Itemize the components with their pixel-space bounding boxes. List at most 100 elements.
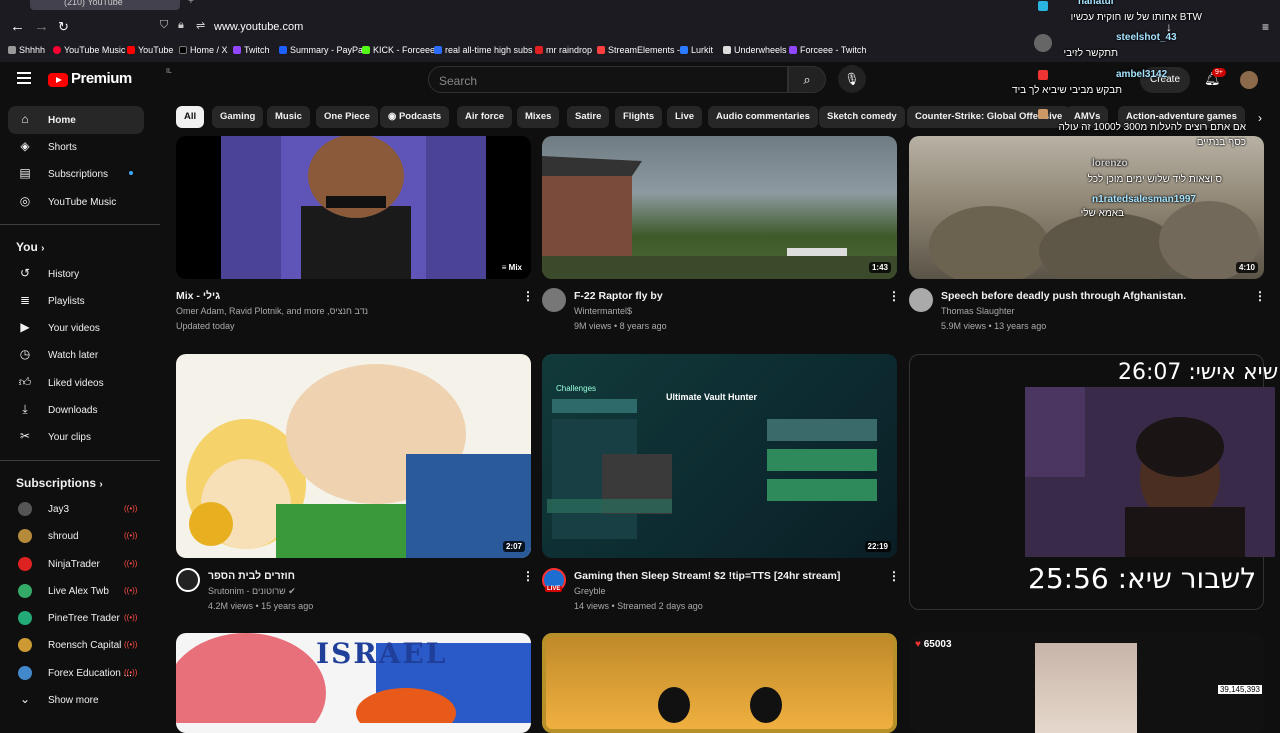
sidebar-sub-live-alex[interactable]: Live Alex Twb ((•)) — [8, 577, 144, 605]
more-options-icon[interactable]: ⋮ — [888, 289, 900, 303]
avatar[interactable] — [542, 288, 566, 312]
permissions-icon[interactable]: ⇌ — [196, 19, 205, 32]
channel-name[interactable]: Omer Adam, Ravid Plotnik, and more ,נדב … — [176, 306, 368, 316]
video-thumbnail[interactable]: 2:07 — [176, 354, 531, 558]
sidebar-label: History — [48, 269, 80, 280]
sidebar-item-subscriptions[interactable]: ▤ Subscriptions — [8, 160, 144, 188]
video-thumbnail[interactable]: Ultimate Vault Hunter Challenges 22:19 — [542, 354, 897, 558]
chip-all[interactable]: All — [176, 106, 205, 128]
voice-search-button[interactable]: 🎙︎ — [838, 65, 866, 93]
video-title[interactable]: F-22 Raptor fly by — [574, 290, 663, 302]
channel-name[interactable]: Thomas Slaughter — [941, 306, 1015, 316]
sidebar-item-downloads[interactable]: ⤓ Downloads — [8, 396, 144, 424]
chip[interactable]: Sketch comedy — [819, 106, 905, 128]
sidebar-item-playlists[interactable]: ≣ Playlists — [8, 287, 144, 315]
chip[interactable]: Flights — [615, 106, 663, 128]
search-icon: ⌕ — [803, 72, 811, 87]
chip[interactable]: Mixes — [517, 106, 560, 128]
video-thumbnail[interactable]: ♥ 65003 39,145,393 — [909, 633, 1264, 733]
bookmark-link[interactable]: YouTube — [127, 45, 173, 55]
bookmark-link[interactable]: real all-time high subs — [434, 45, 533, 55]
bookmark-link[interactable]: YouTube Music — [53, 45, 125, 55]
lock-icon[interactable]: 🔒︎ — [178, 19, 184, 32]
chip[interactable]: Music — [267, 106, 310, 128]
sidebar-label: Live Alex Twb — [48, 586, 109, 597]
webcam-overlay — [1025, 387, 1275, 557]
sidebar-item-liked-videos[interactable]: 👍︎ Liked videos — [8, 369, 144, 397]
sidebar-item-youtube-music[interactable]: ◎ YouTube Music — [8, 188, 144, 216]
reload-icon[interactable]: ↻ — [58, 19, 69, 35]
live-badge: LIVE — [545, 586, 563, 592]
sidebar-label: Watch later — [48, 350, 99, 361]
bookmark-link[interactable]: Summary - PayPal — [279, 45, 365, 55]
chip[interactable]: ◉ Podcasts — [380, 106, 450, 128]
sidebar-sub-ninjatrader[interactable]: NinjaTrader ((•)) — [8, 550, 144, 578]
history-icon: ↺ — [19, 266, 31, 280]
search-input[interactable]: Search — [428, 66, 788, 93]
avatar — [18, 557, 32, 571]
search-button[interactable]: ⌕ — [788, 66, 826, 93]
channel-name[interactable]: Greyble — [574, 586, 606, 596]
sidebar-item-history[interactable]: ↺ History — [8, 260, 144, 288]
heart-icon: ♥ — [915, 639, 921, 650]
close-icon[interactable]: + — [188, 0, 194, 7]
chip[interactable]: Audio commentaries — [708, 106, 818, 128]
bookmark-link[interactable]: mr raindrop — [535, 45, 592, 55]
more-options-icon[interactable]: ⋮ — [522, 289, 534, 303]
chip[interactable]: Live — [667, 106, 703, 128]
thumbnail-text: ISRAEL — [316, 637, 448, 670]
chip[interactable]: Satire — [567, 106, 610, 128]
badge-text: Mix — [508, 263, 522, 272]
bookmark-link[interactable]: Home / X — [179, 45, 228, 55]
bookmark-link[interactable]: Lurkit — [680, 45, 713, 55]
sidebar-item-your-clips[interactable]: ✂ Your clips — [8, 423, 144, 451]
sidebar-item-your-videos[interactable]: ▶ Your videos — [8, 314, 144, 342]
channel-name[interactable]: Wintermantel$ — [574, 306, 632, 316]
show-more-button[interactable]: ⌄ Show more — [8, 686, 144, 714]
bookmark-link[interactable]: Forceee - Twitch — [789, 45, 866, 55]
hamburger-menu-icon[interactable] — [17, 72, 31, 84]
bookmark-link[interactable]: KICK - Forceee — [362, 45, 435, 55]
video-title[interactable]: Mix - גילי — [176, 290, 220, 302]
sidebar-sub-jay3[interactable]: Jay3 ((•)) — [8, 495, 144, 523]
url-bar[interactable]: ⛉ 🔒︎ ⇌ www.youtube.com — [150, 14, 1020, 40]
url-text[interactable]: www.youtube.com — [214, 21, 303, 33]
video-thumbnail[interactable]: ≡ Mix — [176, 136, 531, 279]
subscriptions-heading[interactable]: Subscriptions › — [16, 476, 103, 490]
bookmark-folder[interactable]: Shhhh — [8, 45, 45, 55]
back-icon[interactable]: ← — [10, 19, 25, 35]
chip[interactable]: Air force — [457, 106, 513, 128]
video-thumbnail[interactable]: 1:43 — [542, 136, 897, 279]
chat-text: BTW אחותו של שו חוקית עכשיו — [1070, 12, 1202, 23]
you-section-heading[interactable]: You › — [16, 240, 44, 254]
shield-icon[interactable]: ⛉ — [160, 19, 168, 32]
more-options-icon[interactable]: ⋮ — [888, 569, 900, 583]
forward-icon[interactable]: → — [34, 19, 49, 35]
more-options-icon[interactable]: ⋮ — [1254, 289, 1266, 303]
sidebar-label: shroud — [48, 531, 79, 542]
chip[interactable]: One Piece — [316, 106, 378, 128]
video-title[interactable]: חוזרים לבית הספר — [208, 570, 295, 582]
video-title[interactable]: Gaming then Sleep Stream! $2 !tip=TTS [2… — [574, 570, 840, 582]
avatar[interactable] — [909, 288, 933, 312]
more-options-icon[interactable]: ⋮ — [522, 569, 534, 583]
sidebar-sub-pinetree[interactable]: PineTree Trader ((•)) — [8, 604, 144, 632]
sidebar-item-shorts[interactable]: ◈ Shorts — [8, 133, 144, 161]
thumbnail-art — [186, 364, 531, 558]
sidebar-sub-roensch[interactable]: Roensch Capital ((•)) — [8, 631, 144, 659]
sidebar-sub-shroud[interactable]: shroud ((•)) — [8, 522, 144, 550]
bookmark-link[interactable]: Twitch — [233, 45, 270, 55]
video-thumbnail[interactable] — [542, 633, 897, 733]
chip[interactable]: Gaming — [212, 106, 264, 128]
video-thumbnail[interactable]: ISRAEL — [176, 633, 531, 733]
video-title[interactable]: Speech before deadly push through Afghan… — [941, 290, 1186, 302]
bookmark-link[interactable]: StreamElements - — [597, 45, 680, 55]
bookmark-link[interactable]: Underwheels — [723, 45, 787, 55]
clock-icon: ◷ — [19, 347, 31, 361]
sidebar-item-home[interactable]: ⌂ Home — [8, 106, 144, 134]
browser-tab[interactable]: (210) YouTube — [30, 0, 180, 10]
channel-name[interactable]: Srutonim - שרוטונים ✔ — [208, 586, 296, 597]
sidebar-item-watch-later[interactable]: ◷ Watch later — [8, 341, 144, 369]
sidebar-sub-forex[interactable]: Forex Education ... ((•)) — [8, 659, 144, 687]
avatar[interactable] — [176, 568, 200, 592]
